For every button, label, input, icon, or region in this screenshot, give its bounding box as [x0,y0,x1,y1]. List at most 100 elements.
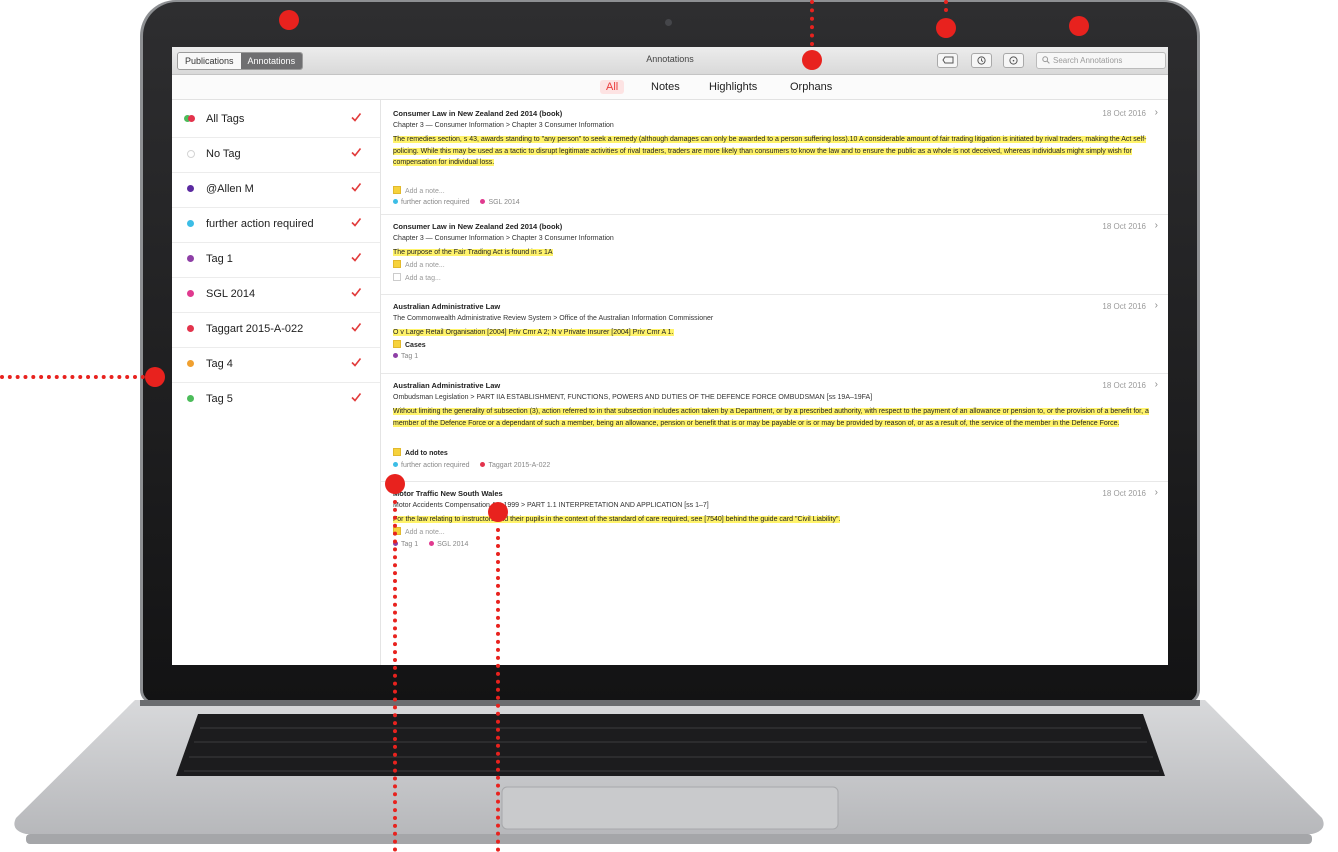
add-tag-field[interactable]: Add a tag... [393,273,441,282]
annotation-date: 18 Oct 2016 [1102,302,1146,311]
checkmark-icon [351,218,362,227]
trackpad [501,786,839,830]
note-text: Add a note... [405,188,445,195]
checkmark-icon [351,113,362,122]
tag-chip[interactable]: further action required [393,199,469,206]
annotation-date: 18 Oct 2016 [1102,109,1146,118]
sidebar-item-sgl-2014[interactable]: SGL 2014 [172,277,380,313]
help-button[interactable] [1003,53,1024,68]
filter-notes[interactable]: Notes [645,80,686,94]
checkmark-icon [351,358,362,367]
sidebar-item-label: Tag 4 [206,358,233,370]
callout-marker [145,367,165,387]
camera-icon [665,19,672,26]
sidebar-item-all-tags[interactable]: All Tags [172,102,380,138]
toolbar: Publications Annotations Annotations Sea… [172,47,1168,75]
callout-marker [279,10,299,30]
app-window: Publications Annotations Annotations Sea… [172,47,1168,665]
note-icon [393,448,401,456]
tag-chip[interactable]: SGL 2014 [480,199,520,206]
tag-color-dot [480,462,486,467]
annotation-path: The Commonwealth Administrative Review S… [393,315,714,322]
note-text: Cases [405,342,426,349]
annotation-tags: Tag 1 SGL 2014 [393,541,477,548]
sidebar-item-allen-m[interactable]: @Allen M [172,172,380,208]
tag-color-dot [187,395,194,402]
annotation-title: Australian Administrative Law [393,302,501,311]
checkmark-icon [351,323,362,332]
tag-chip[interactable]: further action required [393,462,469,469]
filter-orphans[interactable]: Orphans [784,80,838,94]
highlight-text: The purpose of the Fair Trading Act is f… [393,249,553,256]
search-input[interactable]: Search Annotations [1036,52,1166,69]
history-button[interactable] [971,53,992,68]
annotation-card[interactable]: Australian Administrative Law 18 Oct 201… [381,295,1168,374]
note-icon [393,260,401,268]
callout-marker [802,50,822,70]
highlight-text: The remedies section, s 43, awards stand… [393,136,1147,166]
chevron-right-icon[interactable]: › [1155,220,1158,231]
filter-all[interactable]: All [600,80,625,94]
chevron-right-icon[interactable]: › [1155,379,1158,390]
tag-chip[interactable]: SGL 2014 [429,541,468,548]
callout-marker [385,474,405,494]
tag-icon [941,56,953,64]
checkmark-icon [351,183,362,192]
note-field[interactable]: Cases [393,340,426,349]
chevron-right-icon[interactable]: › [1155,300,1158,311]
add-note-field[interactable]: Add a note... [393,186,445,195]
sidebar-item-label: No Tag [206,148,241,160]
sidebar-item-tag-5[interactable]: Tag 5 [172,382,380,417]
highlight-text: For the law relating to instructors and … [393,516,841,523]
tag-color-dot [187,325,194,332]
checkmark-icon [351,393,362,402]
tag-color-dot [187,185,194,192]
sidebar-item-tag-1[interactable]: Tag 1 [172,242,380,278]
annotation-tags: Tag 1 [393,353,427,360]
sidebar-item-taggart[interactable]: Taggart 2015-A-022 [172,312,380,348]
annotation-highlight: O v Large Retail Organisation [2004] Pri… [393,327,1151,339]
annotation-path: Chapter 3 — Consumer Information > Chapt… [393,235,614,242]
checkmark-icon [351,253,362,262]
checkmark-icon [351,148,362,157]
tag-color-dot [393,353,398,358]
add-note-field[interactable]: Add a note... [393,527,445,536]
tag-chip-label: Tag 1 [401,353,419,360]
search-icon [1042,56,1050,64]
tag-color-dot [187,360,194,367]
annotation-date: 18 Oct 2016 [1102,489,1146,498]
filter-highlights[interactable]: Highlights [703,80,763,94]
annotation-path: Chapter 3 — Consumer Information > Chapt… [393,122,614,129]
tag-button[interactable] [937,53,958,68]
sidebar-item-no-tag[interactable]: No Tag [172,137,380,173]
tag-chip[interactable]: Taggart 2015-A-022 [480,462,550,469]
callout-line [496,528,500,852]
tag-color-dot [393,199,398,204]
tag-color-dot [187,255,194,262]
callout-line [810,0,814,46]
sidebar-item-label: All Tags [206,113,245,125]
callout-line [944,0,948,12]
chevron-right-icon[interactable]: › [1155,107,1158,118]
annotation-title: Australian Administrative Law [393,381,501,390]
tag-color-dot [393,462,398,467]
highlight-text: Without limiting the generality of subse… [393,408,1149,427]
annotation-card[interactable]: Consumer Law in New Zealand 2ed 2014 (bo… [381,102,1168,215]
note-field[interactable]: Add to notes [393,448,448,457]
clock-icon [977,56,986,65]
highlight-text: O v Large Retail Organisation [2004] Pri… [393,329,674,336]
sidebar-item-tag-4[interactable]: Tag 4 [172,347,380,383]
add-note-field[interactable]: Add a note... [393,260,445,269]
chevron-right-icon[interactable]: › [1155,487,1158,498]
annotation-tags: further action required SGL 2014 [393,199,529,206]
sidebar-item-label: @Allen M [206,183,254,195]
note-text: Add to notes [405,450,448,457]
annotation-card[interactable]: Australian Administrative Law 18 Oct 201… [381,374,1168,482]
annotation-card[interactable]: Consumer Law in New Zealand 2ed 2014 (bo… [381,215,1168,295]
tag-chip[interactable]: Tag 1 [393,353,418,360]
tag-chip-label: further action required [401,199,470,206]
callout-line [0,375,145,379]
filter-bar: All Notes Highlights Orphans [172,75,1168,100]
sidebar-item-further-action[interactable]: further action required [172,207,380,243]
tag-sidebar: All Tags No Tag @Allen M further action … [172,100,381,665]
